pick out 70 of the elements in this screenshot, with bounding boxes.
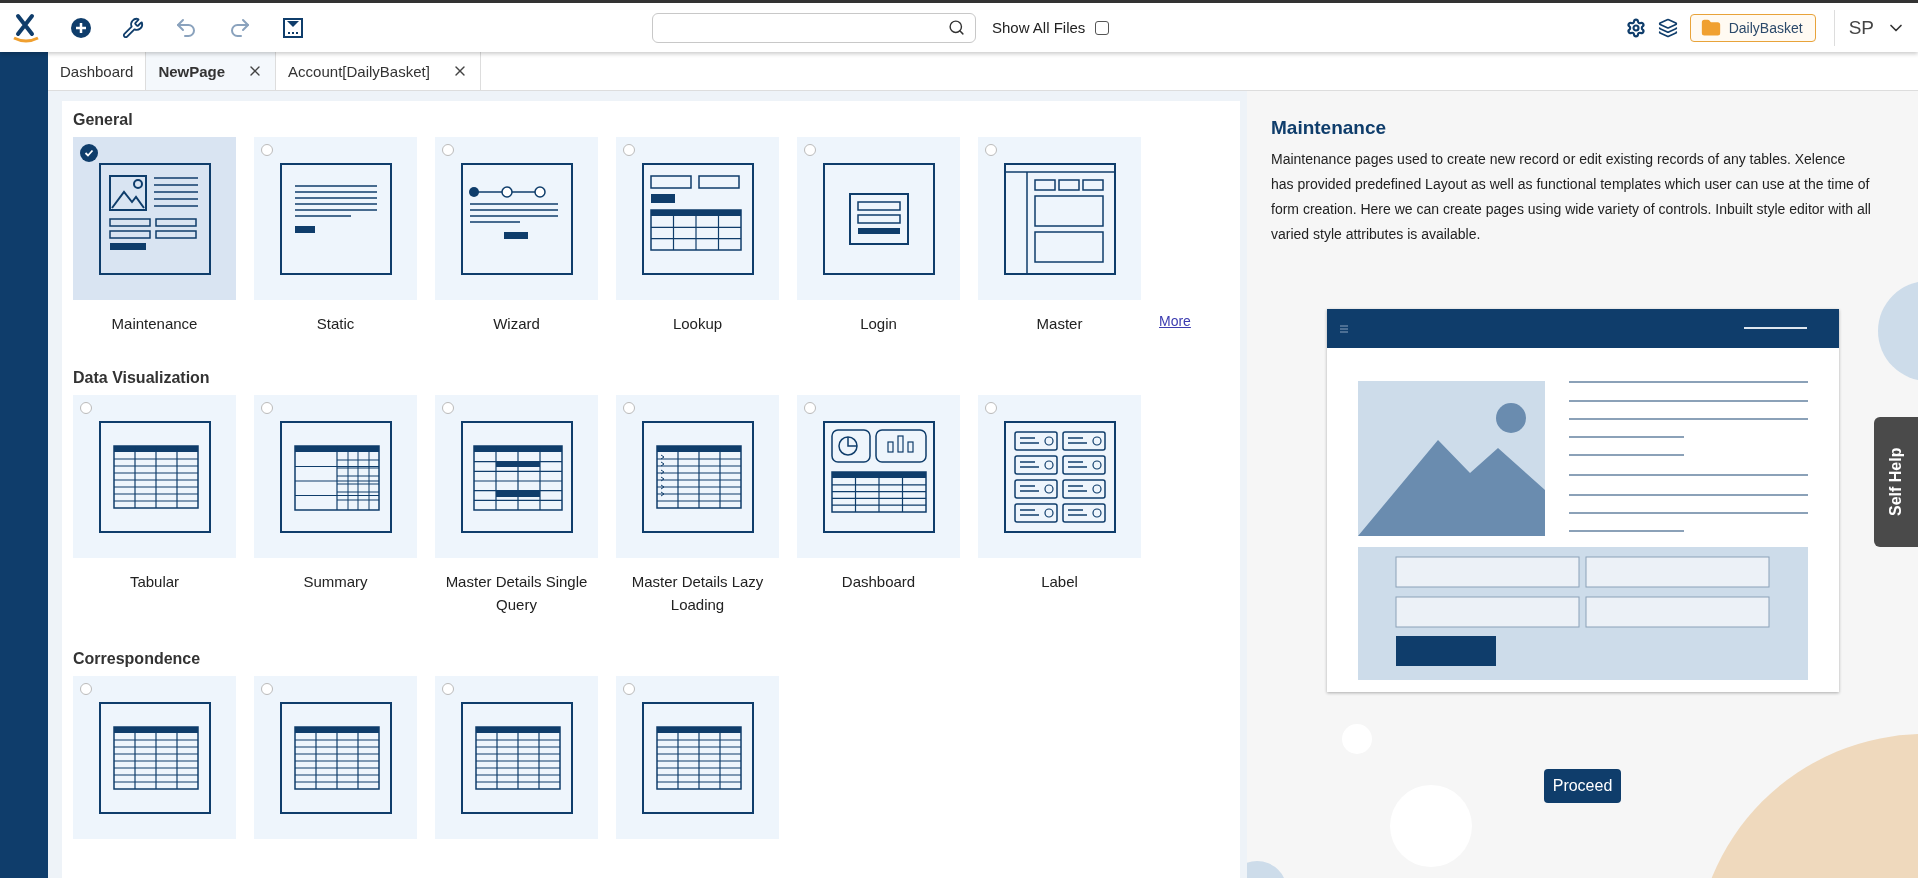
tab-label: NewPage (158, 62, 226, 80)
radio-button[interactable] (80, 402, 92, 414)
tab-label: Dashboard (60, 62, 134, 80)
radio-button[interactable] (623, 402, 635, 414)
settings-icon[interactable] (1625, 17, 1646, 38)
self-help-tab[interactable]: Self Help (1874, 417, 1918, 547)
radio-button[interactable] (804, 402, 816, 414)
radio-button[interactable] (80, 144, 98, 162)
template-tile[interactable] (73, 395, 236, 558)
user-menu[interactable]: SP (1848, 16, 1874, 39)
wrench-icon[interactable] (122, 16, 144, 39)
detail-description: Maintenance pages used to create new record or edit existing records of any tables. Xelence has provided predefined Layout as well as functional templates which user can use at the time of form creation. Here we can create pages using wide variety of controls. Inbuilt style editor with all varied style attributes is available. (1271, 150, 1871, 244)
template-label: Tabular (129, 572, 180, 592)
tab-label: Account[DailyBasket] (288, 62, 430, 80)
template-label: Static (316, 314, 355, 334)
more-link[interactable]: More (1159, 313, 1191, 329)
template-label: Master (1036, 314, 1083, 334)
proceed-button[interactable]: Proceed (1543, 769, 1622, 803)
template-tile[interactable] (254, 395, 417, 558)
template-tile[interactable] (616, 395, 779, 558)
radio-button[interactable] (623, 683, 635, 695)
template-label: Login (860, 314, 897, 334)
template-label: Summary (303, 572, 368, 592)
template-tile[interactable] (435, 676, 598, 839)
search-field[interactable] (652, 12, 976, 43)
show-all-files-label: Show All Files (992, 19, 1086, 36)
template-tile[interactable] (797, 395, 960, 558)
template-tile[interactable] (254, 676, 417, 839)
add-icon[interactable] (70, 16, 92, 39)
template-label: Label (1041, 572, 1078, 592)
tray-icon[interactable] (282, 16, 304, 39)
radio-button[interactable] (623, 144, 635, 156)
search-icon[interactable] (948, 19, 965, 36)
layers-icon[interactable] (1657, 17, 1678, 38)
radio-button[interactable] (261, 402, 273, 414)
template-tile[interactable] (978, 395, 1141, 558)
radio-button[interactable] (442, 683, 454, 695)
radio-button[interactable] (804, 144, 816, 156)
template-tile[interactable] (435, 395, 598, 558)
template-tile[interactable] (254, 137, 417, 300)
check-icon (84, 148, 94, 158)
tab[interactable]: NewPage (146, 52, 277, 90)
template-label: Dashboard (841, 572, 916, 592)
template-label: Maintenance (111, 314, 198, 334)
folder-icon (1700, 17, 1721, 38)
radio-button[interactable] (985, 402, 997, 414)
project-button[interactable]: DailyBasket (1689, 13, 1816, 42)
template-tile[interactable] (616, 676, 779, 839)
template-tile[interactable] (978, 137, 1141, 300)
section-title: Correspondence (73, 650, 202, 668)
template-label: Master Details Lazy Loading (630, 572, 765, 615)
template-tile[interactable] (797, 137, 960, 300)
radio-button[interactable] (985, 144, 997, 156)
detail-title: Maintenance (1271, 117, 1388, 139)
show-all-files-checkbox[interactable] (1095, 20, 1110, 35)
radio-button[interactable] (442, 144, 454, 156)
template-label: Wizard (493, 314, 540, 334)
template-label: Lookup (672, 314, 723, 334)
template-label: Master Details Single Query (444, 572, 589, 615)
logo-icon[interactable] (12, 12, 40, 43)
radio-button[interactable] (261, 144, 273, 156)
radio-button[interactable] (442, 402, 454, 414)
template-tile[interactable] (73, 676, 236, 839)
radio-button[interactable] (80, 683, 92, 695)
template-tile[interactable] (616, 137, 779, 300)
template-tile[interactable] (435, 137, 598, 300)
template-tile[interactable] (73, 137, 236, 300)
radio-button[interactable] (261, 683, 273, 695)
section-title: General (73, 111, 134, 129)
section-title: Data Visualization (73, 369, 211, 387)
